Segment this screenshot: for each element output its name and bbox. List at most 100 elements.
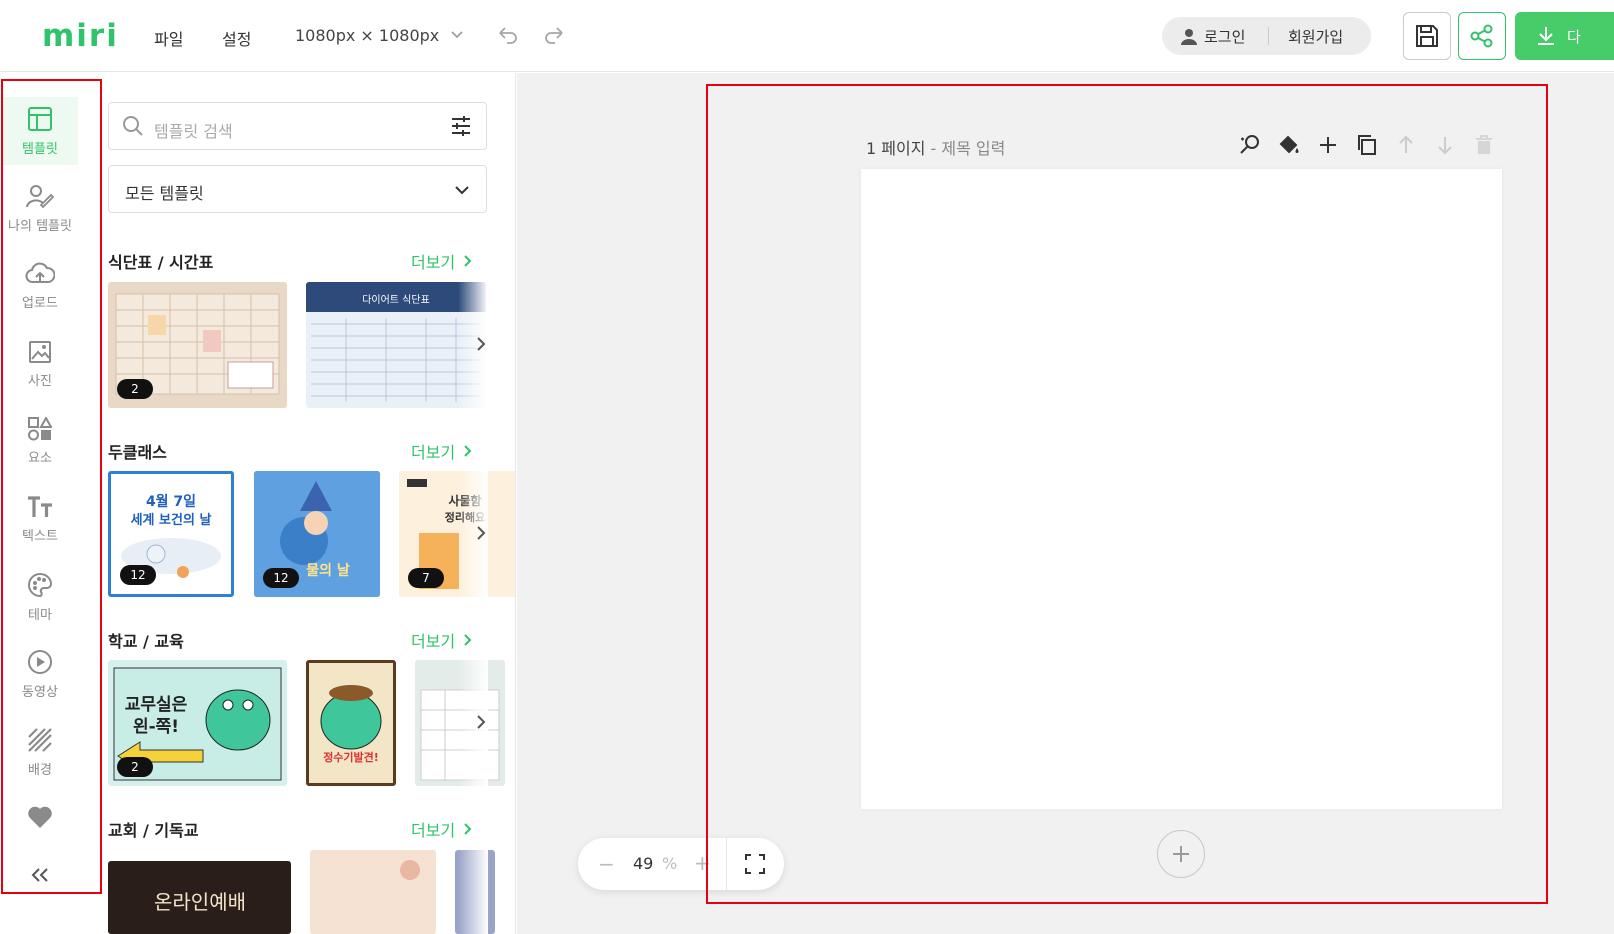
sidebar-item-favorites[interactable] xyxy=(2,786,78,854)
canvas-size-select[interactable]: 1080px × 1080px xyxy=(295,26,464,45)
upload-cloud-icon xyxy=(25,262,55,283)
more-label: 더보기 xyxy=(411,253,456,272)
sidebar-item-label: 업로드 xyxy=(22,295,58,311)
sidebar-item-elements[interactable]: 요소 xyxy=(2,407,78,475)
sidebar-item-label: 요소 xyxy=(28,450,52,466)
add-icon[interactable] xyxy=(1316,133,1340,157)
download-icon xyxy=(1538,27,1554,45)
double-chevron-left-icon xyxy=(31,868,48,882)
chevron-right-icon xyxy=(464,255,472,267)
save-icon xyxy=(1416,25,1438,47)
undo-icon[interactable] xyxy=(496,24,520,48)
sidebar-item-my-template[interactable]: 나의 템플릿 xyxy=(2,174,78,242)
sidebar-item-theme[interactable]: 테마 xyxy=(2,563,78,631)
magic-search-icon[interactable] xyxy=(1238,133,1262,157)
more-link[interactable]: 더보기 xyxy=(411,249,473,273)
more-link[interactable]: 더보기 xyxy=(411,628,473,652)
church-preview xyxy=(310,850,436,934)
chevron-right-icon[interactable] xyxy=(473,336,489,352)
arrow-down-icon[interactable] xyxy=(1433,133,1457,157)
sidebar-item-upload[interactable]: 업로드 xyxy=(2,252,78,320)
section-title: 식단표 / 시간표 xyxy=(108,253,214,272)
template-panel: 템플릿 검색 모든 템플릿 식단표 / 시간표 더보기 2 다이어트 식단표 두… xyxy=(80,73,516,934)
template-thumb[interactable] xyxy=(310,850,436,934)
chevron-right-icon[interactable] xyxy=(473,714,489,730)
trash-icon[interactable] xyxy=(1472,133,1496,157)
thumb-title: 다이어트 식단표 xyxy=(362,294,430,306)
sidebar-item-photo[interactable]: 사진 xyxy=(2,330,78,398)
search-placeholder: 템플릿 검색 xyxy=(154,122,233,141)
duplicate-icon[interactable] xyxy=(1355,133,1379,157)
section-title: 학교 / 교육 xyxy=(108,632,184,651)
sidebar-item-label: 텍스트 xyxy=(22,528,58,544)
chevron-right-icon xyxy=(464,445,472,457)
template-thumb[interactable]: 정수기발견! xyxy=(306,660,396,786)
chevron-right-icon[interactable] xyxy=(473,525,489,541)
sidebar-item-background[interactable]: 배경 xyxy=(2,718,78,786)
page-count-badge: 12 xyxy=(263,568,299,588)
page-title-input[interactable]: - 제목 입력 xyxy=(925,139,1006,158)
thumb-title: 온라인예배 xyxy=(154,890,246,914)
select-value: 모든 템플릿 xyxy=(125,184,204,203)
template-icon xyxy=(28,106,52,131)
sidebar-item-text[interactable]: 텍스트 xyxy=(2,485,78,553)
photo-icon xyxy=(29,340,51,363)
zoom-in-button[interactable]: + xyxy=(694,851,711,875)
fullscreen-icon[interactable] xyxy=(744,853,766,875)
plus-icon xyxy=(1173,846,1189,862)
chevron-right-icon xyxy=(464,823,472,835)
chevron-down-icon xyxy=(451,31,463,39)
page-label: 1 페이지 xyxy=(866,139,926,158)
page-count-badge: 2 xyxy=(117,757,153,777)
zoom-out-button[interactable]: − xyxy=(598,852,615,876)
collapse-sidebar-button[interactable] xyxy=(2,848,78,908)
login-button[interactable]: 로그인 xyxy=(1180,26,1245,47)
template-thumb[interactable]: 물의 날 12 xyxy=(254,471,380,597)
chevron-down-icon xyxy=(455,186,469,195)
page-count-badge: 12 xyxy=(120,565,156,585)
page-header: 1 페이지 - 제목 입력 xyxy=(866,135,1005,159)
share-button[interactable] xyxy=(1458,12,1506,60)
save-button[interactable] xyxy=(1403,12,1451,60)
thumb-title: 정수기발견! xyxy=(323,750,379,764)
more-label: 더보기 xyxy=(411,632,456,651)
thumb-title: 교무실은 xyxy=(125,695,188,715)
left-sidebar: 템플릿 나의 템플릿 업로드 사진 요소 텍스트 테마 동영상 배경 xyxy=(0,73,80,934)
template-thumb[interactable]: 온라인예배 xyxy=(108,861,291,934)
palette-icon xyxy=(28,572,53,597)
arrow-up-icon[interactable] xyxy=(1394,133,1418,157)
more-link[interactable]: 더보기 xyxy=(411,817,473,841)
more-label: 더보기 xyxy=(411,821,456,840)
template-category-select[interactable]: 모든 템플릿 xyxy=(108,165,487,213)
thumb-title: 4월 7일 xyxy=(146,493,196,510)
thumb-title: 물의 날 xyxy=(306,562,350,579)
online-worship-preview: 온라인예배 xyxy=(154,890,246,914)
sidebar-item-label: 동영상 xyxy=(22,684,58,700)
sidebar-item-template[interactable]: 템플릿 xyxy=(2,97,78,165)
signup-button[interactable]: 회원가입 xyxy=(1288,26,1343,47)
sidebar-item-video[interactable]: 동영상 xyxy=(2,640,78,708)
redo-icon[interactable] xyxy=(542,24,566,48)
download-button[interactable]: 다 xyxy=(1515,12,1614,60)
sidebar-item-label: 배경 xyxy=(28,762,52,778)
user-icon xyxy=(1181,28,1197,45)
canvas-size-value: 1080px × 1080px xyxy=(295,26,440,45)
more-link[interactable]: 더보기 xyxy=(411,439,473,463)
sidebar-item-label: 테마 xyxy=(28,607,52,623)
filter-sliders-icon[interactable] xyxy=(450,115,472,137)
paint-bucket-icon[interactable] xyxy=(1277,133,1301,157)
menu-settings[interactable]: 설정 xyxy=(222,26,251,50)
zoom-value[interactable]: 49 xyxy=(633,854,653,873)
fade-overlay xyxy=(458,850,488,934)
template-thumb[interactable]: 2 xyxy=(108,282,287,408)
download-label: 다 xyxy=(1567,27,1581,46)
template-thumb[interactable]: 교무실은 왼-쪽! 2 xyxy=(108,660,287,786)
thumb-subtitle: 세계 보건의 날 xyxy=(131,512,212,528)
text-icon xyxy=(28,495,52,517)
template-thumb[interactable]: 4월 7일 세계 보건의 날 12 xyxy=(108,471,234,597)
template-search[interactable]: 템플릿 검색 xyxy=(108,102,487,150)
design-page[interactable] xyxy=(861,169,1502,809)
menu-file[interactable]: 파일 xyxy=(154,26,183,50)
miri-logo[interactable]: miri xyxy=(42,18,119,54)
add-page-button[interactable] xyxy=(1157,830,1205,878)
